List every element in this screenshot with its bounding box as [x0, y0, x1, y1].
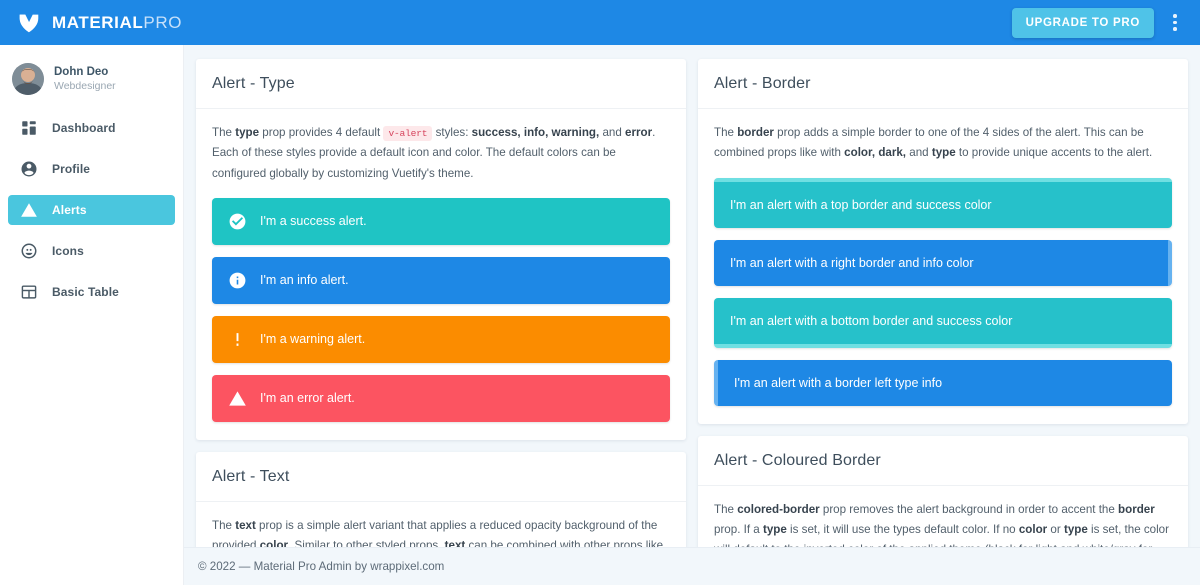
card-header: Alert - Type — [196, 59, 686, 109]
card-alert-type: Alert - Type The type prop provides 4 de… — [196, 59, 686, 440]
cards-grid: Alert - Type The type prop provides 4 de… — [196, 59, 1188, 585]
alert-bottom-border[interactable]: I'm an alert with a bottom border and su… — [714, 297, 1172, 348]
sidebar-item-basic-table[interactable]: Basic Table — [8, 277, 175, 307]
card-header: Alert - Coloured Border — [698, 436, 1188, 486]
table-grid-icon — [20, 283, 38, 301]
sidebar-profile[interactable]: Dohn Deo Webdesigner — [0, 53, 183, 109]
alert-error[interactable]: I'm an error alert. — [212, 374, 670, 422]
footer-text: © 2022 — Material Pro Admin by wrappixel… — [198, 560, 445, 573]
sidebar-item-icons[interactable]: Icons — [8, 236, 175, 266]
user-photo-avatar — [12, 63, 44, 95]
border-alerts-list: I'm an alert with a top border and succe… — [714, 177, 1172, 406]
brand[interactable]: MATERIALPRO — [16, 10, 182, 36]
sidebar-item-alerts[interactable]: Alerts — [8, 195, 175, 225]
alert-warning[interactable]: I'm a warning alert. — [212, 315, 670, 363]
footer: © 2022 — Material Pro Admin by wrappixel… — [184, 547, 1200, 585]
sidebar-item-dashboard[interactable]: Dashboard — [8, 113, 175, 143]
sidebar: Dohn Deo Webdesigner Dashboard Profile A… — [0, 45, 184, 585]
account-circle-icon — [20, 160, 38, 178]
page-title: Alert - Border — [714, 75, 811, 92]
alert-right-border[interactable]: I'm an alert with a right border and inf… — [714, 239, 1172, 286]
sidebar-item-label: Profile — [52, 162, 91, 176]
card-header: Alert - Border — [698, 59, 1188, 109]
description-text: The type prop provides 4 default v-alert… — [212, 126, 656, 180]
check-circle-icon — [228, 212, 247, 231]
sidebar-item-label: Basic Table — [52, 285, 119, 299]
profile-role: Webdesigner — [54, 79, 116, 92]
sidebar-item-label: Icons — [52, 244, 84, 258]
more-vertical-icon[interactable] — [1160, 6, 1190, 40]
sidebar-item-label: Dashboard — [52, 121, 116, 135]
alerts-list: I'm a success alert. I'm an info alert. — [212, 197, 670, 422]
smiley-face-icon — [20, 242, 38, 260]
left-column: Alert - Type The type prop provides 4 de… — [196, 59, 686, 585]
card-header: Alert - Text — [196, 452, 686, 502]
alert-text: I'm a warning alert. — [260, 332, 366, 347]
page-title: Alert - Coloured Border — [714, 451, 881, 469]
brand-title: MATERIALPRO — [52, 12, 183, 32]
card-body: The border prop adds a simple border to … — [698, 109, 1188, 424]
page-title: Alert - Text — [212, 467, 290, 485]
description-text: The border prop adds a simple border to … — [714, 126, 1153, 160]
alert-text: I'm an alert with a bottom border and su… — [730, 313, 1013, 328]
upgrade-to-pro-button[interactable]: UPGRADE TO PRO — [1011, 7, 1154, 38]
alert-info[interactable]: I'm an info alert. — [212, 256, 670, 304]
app-root: MATERIALPRO UPGRADE TO PRO Dohn Deo Webd… — [0, 0, 1200, 585]
alert-success[interactable]: I'm a success alert. — [212, 197, 670, 245]
card-alert-border: Alert - Border The border prop adds a si… — [698, 59, 1188, 424]
alert-text: I'm an alert with a border left type inf… — [734, 375, 943, 390]
alert-text: I'm an alert with a top border and succe… — [730, 197, 992, 212]
top-navbar: MATERIALPRO UPGRADE TO PRO — [0, 0, 1200, 45]
alert-text: I'm an error alert. — [260, 391, 355, 406]
profile-name: Dohn Deo — [54, 66, 109, 79]
sidebar-item-label: Alerts — [52, 203, 87, 217]
alert-top-border[interactable]: I'm an alert with a top border and succe… — [714, 177, 1172, 228]
main-content: Alert - Type The type prop provides 4 de… — [184, 45, 1200, 585]
topbar-actions: UPGRADE TO PRO — [1011, 6, 1190, 40]
warning-triangle-icon — [228, 389, 247, 408]
dashboard-grid-icon — [20, 119, 38, 137]
exclamation-mark-icon — [228, 330, 247, 349]
alert-text: I'm a success alert. — [260, 214, 367, 229]
alert-text: I'm an alert with a right border and inf… — [730, 255, 974, 270]
profile-meta: Dohn Deo Webdesigner — [54, 65, 116, 93]
right-column: Alert - Border The border prop adds a si… — [698, 59, 1188, 585]
warning-triangle-icon — [20, 201, 38, 219]
wing-logo-icon — [16, 10, 42, 36]
alert-text: I'm an info alert. — [260, 273, 349, 288]
card-body: The type prop provides 4 default v-alert… — [196, 109, 686, 440]
info-circle-icon — [228, 271, 247, 290]
page-title: Alert - Type — [212, 75, 295, 92]
sidebar-nav: Dashboard Profile Alerts Icons Basic Tab… — [0, 109, 183, 307]
alert-left-border[interactable]: I'm an alert with a border left type inf… — [714, 359, 1172, 406]
sidebar-item-profile[interactable]: Profile — [8, 154, 175, 184]
